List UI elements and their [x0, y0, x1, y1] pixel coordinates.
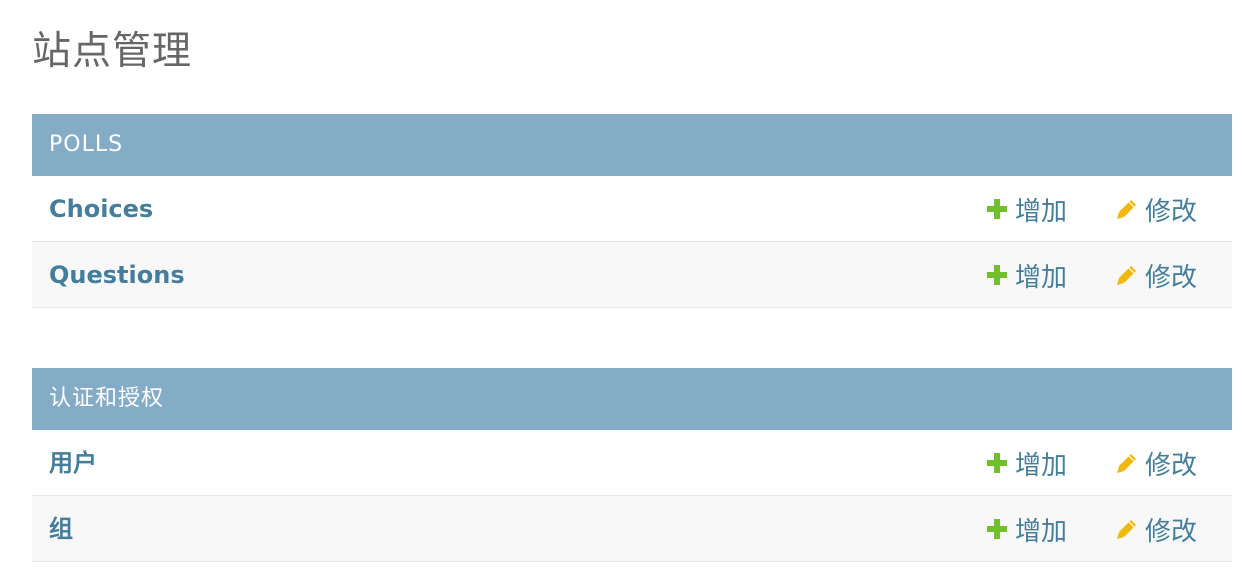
add-label: 增加: [1015, 196, 1068, 227]
module-header[interactable]: 认证和授权: [32, 368, 1232, 430]
change-groups-button[interactable]: 修改: [1116, 496, 1197, 562]
add-choices-button[interactable]: 增加: [986, 176, 1067, 242]
change-label: 修改: [1145, 516, 1198, 547]
module-polls: POLLS Choices 增加 修改 Questions 增加 修改: [32, 114, 1232, 308]
add-label: 增加: [1015, 450, 1068, 481]
model-row-users: 用户 增加 修改: [32, 430, 1232, 496]
change-label: 修改: [1145, 262, 1198, 293]
change-users-button[interactable]: 修改: [1116, 430, 1197, 496]
add-users-button[interactable]: 增加: [986, 430, 1067, 496]
add-label: 增加: [1015, 516, 1068, 547]
plus-icon: [987, 199, 1007, 219]
change-label: 修改: [1145, 450, 1198, 481]
module-auth: 认证和授权 用户 增加 修改 组 增加 修改: [32, 368, 1232, 562]
change-questions-button[interactable]: 修改: [1116, 242, 1197, 308]
add-questions-button[interactable]: 增加: [986, 242, 1067, 308]
plus-icon: [987, 265, 1007, 285]
add-groups-button[interactable]: 增加: [986, 496, 1067, 562]
module-header[interactable]: POLLS: [32, 114, 1232, 176]
plus-icon: [987, 453, 1007, 473]
model-row-groups: 组 增加 修改: [32, 496, 1232, 562]
model-link-users[interactable]: 用户: [49, 430, 97, 496]
model-row-choices: Choices 增加 修改: [32, 176, 1232, 242]
pencil-icon: [1117, 266, 1136, 285]
add-label: 增加: [1015, 262, 1068, 293]
model-link-groups[interactable]: 组: [49, 496, 73, 562]
page-title: 站点管理: [32, 29, 193, 74]
model-row-questions: Questions 增加 修改: [32, 242, 1232, 308]
pencil-icon: [1117, 200, 1136, 219]
pencil-icon: [1117, 520, 1136, 539]
change-choices-button[interactable]: 修改: [1116, 176, 1197, 242]
model-link-questions[interactable]: Questions: [49, 242, 185, 308]
pencil-icon: [1117, 454, 1136, 473]
plus-icon: [987, 519, 1007, 539]
model-link-choices[interactable]: Choices: [49, 176, 153, 242]
change-label: 修改: [1145, 196, 1198, 227]
